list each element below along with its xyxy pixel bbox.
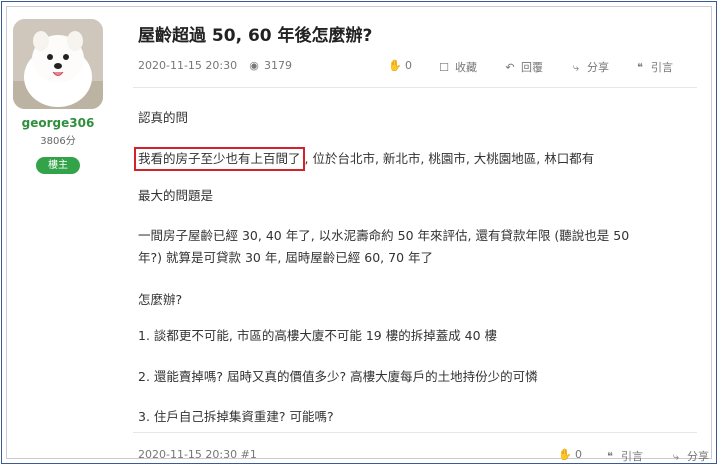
like-count: 0 xyxy=(405,59,412,72)
clap-icon: ✋ xyxy=(388,59,402,72)
share-icon: ⤷ xyxy=(672,450,680,463)
share-label: 分享 xyxy=(587,61,609,74)
footer-divider xyxy=(133,432,697,433)
meta-divider xyxy=(133,87,697,88)
quote-label: 引言 xyxy=(651,61,673,74)
share-icon: ⤷ xyxy=(572,61,580,74)
bookmark-icon: ☐ xyxy=(439,61,449,74)
quote-icon: ❝ xyxy=(637,61,643,74)
content-paragraph: 認真的問 xyxy=(138,110,189,125)
content-paragraph: 怎麼辦? xyxy=(138,292,183,307)
post-meta: 2020-11-15 20:30 ◉ 3179 ✋ 0 ☐ 收藏 ↶ 回覆 ⤷ 分享 ❝ 引… xyxy=(138,57,691,77)
content-paragraph: 1. 談都更不可能, 市區的高樓大廈不可能 19 樓的拆掉蓋成 40 樓 xyxy=(138,328,498,343)
post-frame: george306 3806分 樓主 屋齡超過 50, 60 年後怎麼辦? 20… xyxy=(1,1,717,464)
footer-quote-button[interactable]: ❝ 引言 xyxy=(604,448,643,464)
footer-like-button[interactable]: ✋ 0 xyxy=(558,448,582,461)
author-points: 3806分 xyxy=(40,136,76,147)
post-card: george306 3806分 樓主 屋齡超過 50, 60 年後怎麼辦? 20… xyxy=(6,6,712,463)
avatar[interactable] xyxy=(13,19,103,109)
op-badge: 樓主 xyxy=(36,157,80,174)
view-count-value: 3179 xyxy=(264,59,292,72)
footer-share-label: 分享 xyxy=(687,450,709,463)
eye-icon: ◉ xyxy=(249,59,259,72)
content-paragraph: 3. 住戶自己拆掉集資重建? 可能嗎? xyxy=(138,409,334,424)
dog-photo xyxy=(13,19,103,109)
content-paragraph: 2. 還能賣掉嗎? 屆時又真的價值多少? 高樓大廈每戶的土地持份少的可憐 xyxy=(138,369,538,384)
view-count: ◉ 3179 xyxy=(248,59,292,72)
collect-button[interactable]: ☐ 收藏 xyxy=(438,59,477,75)
content-text: , 位於台北市, 新北市, 桃園市, 大桃園地區, 林口都有 xyxy=(304,151,595,166)
content-paragraph: 一間房子屋齡已經 30, 40 年了, 以水泥壽命約 50 年來評估, 還有貸款… xyxy=(138,228,630,243)
reply-button[interactable]: ↶ 回覆 xyxy=(504,59,543,75)
footer-quote-label: 引言 xyxy=(621,450,643,463)
post-title: 屋齡超過 50, 60 年後怎麼辦? xyxy=(138,26,373,46)
quote-button[interactable]: ❝ 引言 xyxy=(634,59,673,75)
content-paragraph: 最大的問題是 xyxy=(138,188,214,203)
collect-label: 收藏 xyxy=(455,61,477,74)
author-username[interactable]: george306 xyxy=(7,116,109,130)
reply-icon: ↶ xyxy=(505,61,515,74)
reply-label: 回覆 xyxy=(521,61,543,74)
post-floor: 2020-11-15 20:30 #1 xyxy=(138,448,257,461)
post-footer: 2020-11-15 20:30 #1 ✋ 0 ❝ 引言 ⤷ 分享 xyxy=(138,448,709,464)
footer-share-button[interactable]: ⤷ 分享 xyxy=(670,448,709,464)
clap-icon: ✋ xyxy=(558,448,572,461)
highlight-box: 我看的房子至少也有上百間了 xyxy=(134,147,305,171)
content-paragraph: 年?) 就算是可貸款 30 年, 屆時屋齡已經 60, 70 年了 xyxy=(138,250,433,265)
share-button[interactable]: ⤷ 分享 xyxy=(570,59,609,75)
footer-like-count: 0 xyxy=(575,448,582,461)
post-date: 2020-11-15 20:30 xyxy=(138,59,238,72)
quote-icon: ❝ xyxy=(607,450,613,463)
content-paragraph-highlighted: 我看的房子至少也有上百間了, 位於台北市, 新北市, 桃園市, 大桃園地區, 林… xyxy=(134,147,691,171)
like-button[interactable]: ✋ 0 xyxy=(388,59,412,72)
